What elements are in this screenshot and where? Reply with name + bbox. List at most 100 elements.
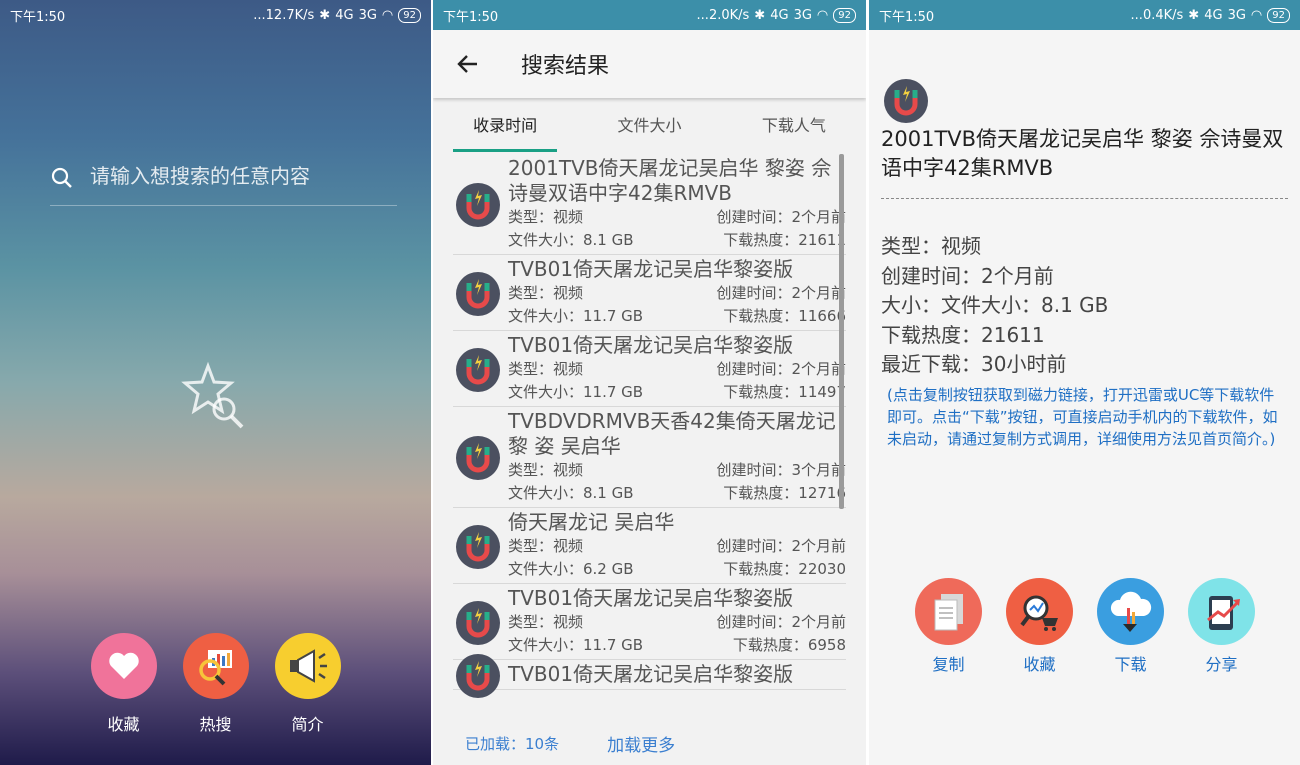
result-title: TVB01倚天屠龙记吴启华黎姿版 — [508, 662, 794, 686]
result-title: TVB01倚天屠龙记吴启华黎姿版 — [508, 257, 794, 281]
wifi-icon: ◠ — [381, 7, 394, 23]
wifi-icon: ◠ — [816, 7, 829, 23]
detail-title: 2001TVB倚天屠龙记吴启华 黎姿 佘诗曼双语中字42集RMVB — [881, 127, 1284, 180]
result-type: 类型：视频 — [508, 360, 584, 378]
result-heat: 下载热度：11497 — [723, 383, 846, 401]
result-heat: 下载热度：21611 — [723, 231, 846, 249]
network-speed: ...12.7K/s — [253, 7, 315, 23]
result-type: 类型：视频 — [508, 461, 584, 479]
copy-button[interactable]: 复制 — [914, 578, 983, 675]
result-item[interactable]: TVB01倚天屠龙记吴启华黎姿版类型：视频 创建时间：2个月前文件大小：11.7 … — [453, 331, 846, 407]
magnet-icon — [455, 524, 501, 574]
favorite-cart-icon — [1006, 578, 1073, 645]
detail-screen: 下午1:50 ...0.4K/s ✱ 4G 3G ◠ 92 2001TVB倚天屠… — [869, 0, 1300, 765]
result-item[interactable]: TVB01倚天屠龙记吴启华黎姿版 类型：视频 创建时间：2个月前 文件大小：11.7 … — [453, 255, 846, 331]
result-size: 文件大小：11.7 GB — [508, 636, 644, 654]
search-results-screen: 下午1:50 ...2.0K/s ✱ 4G 3G ◠ 92 搜索结果 收录时间 … — [433, 0, 866, 765]
result-item[interactable]: TVB01倚天屠龙记吴启华黎姿版 类型：视频 创建时间：2个月前 文件大小：11.7 … — [453, 584, 846, 660]
favorites-label: 收藏 — [107, 715, 140, 734]
tab-file-size[interactable]: 文件大小 — [577, 100, 721, 152]
magnet-icon — [884, 79, 928, 123]
sort-tabs: 收录时间 文件大小 下载人气 — [433, 100, 866, 152]
share-phone-icon — [1188, 578, 1255, 645]
intro-label: 简介 — [291, 715, 324, 734]
status-time: 下午1:50 — [443, 9, 499, 25]
page-title: 搜索结果 — [521, 54, 610, 79]
intro-button[interactable]: 简介 — [273, 633, 343, 735]
magnet-icon — [455, 182, 501, 232]
search-icon — [51, 167, 72, 188]
magnet-icon — [455, 271, 501, 321]
info-created: 创建时间：2个月前 — [881, 263, 1054, 288]
battery-badge: 92 — [1267, 7, 1290, 23]
signal-4g: 4G — [1204, 7, 1223, 23]
status-bar: 下午1:50 ...12.7K/s ✱ 4G 3G ◠ 92 — [0, 0, 431, 30]
favorite-button[interactable]: 收藏 — [1005, 578, 1074, 675]
battery-badge: 92 — [398, 7, 421, 23]
result-heat: 下载热度：12716 — [723, 484, 846, 502]
info-recent: 最近下载：30小时前 — [881, 352, 1067, 376]
chart-search-icon — [182, 633, 249, 699]
result-created: 创建时间：2个月前 — [716, 284, 846, 302]
back-button[interactable] — [433, 30, 503, 98]
download-button[interactable]: 下载 — [1096, 578, 1165, 675]
signal-4g: 4G — [335, 7, 354, 23]
bluetooth-icon: ✱ — [319, 7, 331, 23]
network-speed: ...2.0K/s — [696, 7, 750, 23]
magnet-icon — [455, 347, 501, 397]
result-item[interactable]: TVBDVDRMVB天香42集倚天屠龙记 黎 姿 吴启华类型：视频 创建时间：3个… — [453, 407, 846, 508]
result-created: 创建时间：2个月前 — [716, 360, 846, 378]
result-size: 文件大小：11.7 GB — [508, 383, 644, 401]
magnet-icon — [455, 653, 501, 703]
load-more-button[interactable]: 加载更多 — [607, 731, 675, 756]
result-heat: 下载热度：22030 — [723, 560, 846, 578]
magnet-icon — [455, 435, 501, 485]
detail-info: 类型：视频 创建时间：2个月前 大小：文件大小：8.1 GB 下载热度：2161… — [881, 232, 1108, 380]
magnet-icon — [455, 600, 501, 650]
result-title: TVBDVDRMVB天香42集倚天屠龙记 黎 姿 吴启华 — [508, 409, 836, 458]
status-bar: 下午1:50 ...2.0K/s ✱ 4G 3G ◠ 92 — [433, 0, 866, 30]
result-item[interactable]: 倚天屠龙记 吴启华 类型：视频 创建时间：2个月前 文件大小：6.2 GB 下载热度：2… — [453, 508, 846, 584]
wifi-icon: ◠ — [1250, 7, 1263, 23]
home-screen: 下午1:50 ...12.7K/s ✱ 4G 3G ◠ 92 收藏 — [0, 0, 431, 765]
result-type: 类型：视频 — [508, 613, 584, 631]
hot-search-label: 热搜 — [199, 715, 232, 734]
info-type: 类型：视频 — [881, 234, 981, 258]
loaded-count: 已加载：10条 — [465, 735, 560, 753]
info-heat: 下载热度：21611 — [881, 322, 1045, 347]
bluetooth-icon: ✱ — [1188, 7, 1200, 23]
hot-search-button[interactable]: 热搜 — [181, 633, 251, 735]
bt-star-logo-icon — [181, 361, 244, 429]
favorites-button[interactable]: 收藏 — [89, 633, 159, 735]
signal-3g: 3G — [793, 7, 812, 23]
download-label: 下载 — [1114, 655, 1147, 674]
favorite-label: 收藏 — [1023, 655, 1056, 674]
cloud-download-icon — [1097, 578, 1164, 645]
result-created: 创建时间：3个月前 — [716, 461, 846, 479]
result-title: TVB01倚天屠龙记吴启华黎姿版 — [508, 333, 794, 357]
results-list: 2001TVB倚天屠龙记吴启华 黎姿 佘诗曼双语中字42集RMVB 类型：视频 创建… — [453, 154, 846, 720]
info-size: 大小：文件大小：8.1 GB — [881, 293, 1109, 317]
result-item[interactable]: TVB01倚天屠龙记吴启华黎姿版 — [453, 653, 846, 698]
heart-icon — [90, 633, 157, 699]
tab-popularity[interactable]: 下载人气 — [722, 100, 866, 152]
result-title: 2001TVB倚天屠龙记吴启华 黎姿 佘诗曼双语中字42集RMVB — [508, 156, 832, 205]
search-bar — [50, 160, 397, 206]
share-button[interactable]: 分享 — [1187, 578, 1256, 675]
divider — [881, 198, 1288, 199]
megaphone-icon — [274, 633, 341, 699]
copy-icon — [915, 578, 982, 645]
result-title: TVB01倚天屠龙记吴启华黎姿版 — [508, 586, 794, 610]
result-type: 类型：视频 — [508, 537, 584, 555]
result-type: 类型：视频 — [508, 284, 584, 302]
signal-3g: 3G — [358, 7, 377, 23]
search-input[interactable] — [90, 164, 390, 188]
scrollbar[interactable] — [839, 154, 844, 509]
result-item[interactable]: 2001TVB倚天屠龙记吴启华 黎姿 佘诗曼双语中字42集RMVB 类型：视频 创建… — [453, 154, 846, 255]
status-bar: 下午1:50 ...0.4K/s ✱ 4G 3G ◠ 92 — [869, 0, 1300, 30]
tab-added-time[interactable]: 收录时间 — [433, 100, 577, 152]
result-heat: 下载热度：6958 — [732, 636, 846, 654]
result-type: 类型：视频 — [508, 208, 584, 226]
bottom-nav: 收藏 热搜 简介 — [0, 633, 431, 735]
result-size: 文件大小：6.2 GB — [508, 560, 634, 578]
